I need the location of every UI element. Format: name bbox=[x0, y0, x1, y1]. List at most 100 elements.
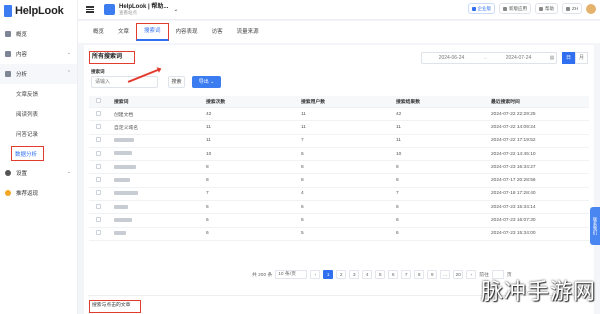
page-button[interactable]: 2 bbox=[336, 270, 347, 279]
row-select-cell[interactable] bbox=[89, 217, 111, 224]
table-row: 6 6 6 2024-07-23 15:34:14 bbox=[89, 201, 589, 215]
contact-us-tab[interactable]: 联系我们 bbox=[590, 207, 600, 245]
row-select-cell[interactable] bbox=[89, 190, 111, 197]
site-subtitle[interactable]: 查看站点 bbox=[119, 10, 168, 16]
menu-icon[interactable] bbox=[86, 5, 94, 14]
page-size-select[interactable]: 10 条/页 bbox=[275, 270, 308, 279]
sidebar-item-label: 内容 bbox=[16, 52, 28, 58]
redacted-term bbox=[111, 217, 206, 223]
page-button[interactable]: 5 bbox=[375, 270, 386, 279]
checkbox[interactable] bbox=[96, 203, 101, 209]
row-select-cell[interactable] bbox=[89, 163, 111, 171]
row-select-cell[interactable] bbox=[89, 203, 111, 211]
chart-icon bbox=[5, 71, 11, 77]
search-button[interactable]: 搜索 bbox=[168, 76, 185, 88]
redacted-bar bbox=[114, 164, 136, 169]
language-button[interactable]: ZH bbox=[562, 3, 582, 14]
date-to[interactable]: 2024-07-24 bbox=[489, 55, 548, 61]
row-select-cell[interactable] bbox=[89, 230, 111, 237]
chevron-up-icon: ⌃ bbox=[66, 70, 71, 76]
row-select-cell[interactable] bbox=[89, 123, 111, 131]
help-icon bbox=[539, 6, 543, 11]
avatar[interactable] bbox=[586, 3, 596, 14]
table-cell: 42 bbox=[206, 111, 212, 117]
table-body: 创建文档 42 11 42 2024-07-22 22:29:25 自定义域名 11 11 11… bbox=[89, 108, 589, 241]
checkbox[interactable] bbox=[96, 123, 101, 129]
view-month-button[interactable]: 月 bbox=[575, 52, 588, 64]
page-button[interactable]: 8 bbox=[414, 270, 425, 279]
enterprise-button[interactable]: 企业版 bbox=[467, 3, 495, 14]
checkbox[interactable] bbox=[96, 150, 101, 156]
sidebar-item-overview[interactable]: 概览 bbox=[0, 24, 77, 44]
table-cell: 2024-07-22 17:19:52 bbox=[491, 138, 536, 144]
new-app-button-label: 新版应用 bbox=[509, 5, 527, 11]
redacted-term bbox=[111, 178, 206, 183]
prev-page-button[interactable]: ‹ bbox=[310, 270, 321, 279]
tab-traffic-sources[interactable]: 流量来源 bbox=[230, 21, 266, 43]
table-cell: 4 bbox=[301, 191, 304, 197]
table-cell: 8 bbox=[206, 164, 209, 170]
page-button[interactable]: … bbox=[440, 270, 451, 279]
page-button[interactable]: 9 bbox=[427, 270, 438, 279]
site-switcher[interactable]: HelpLook | 帮助... 查看站点 bbox=[119, 4, 168, 16]
enterprise-button-label: 企业版 bbox=[477, 5, 492, 11]
row-select-cell[interactable] bbox=[89, 177, 111, 184]
app-logo[interactable]: HelpLook bbox=[0, 0, 77, 22]
tab-articles[interactable]: 文章 bbox=[111, 21, 136, 43]
checkbox[interactable] bbox=[96, 98, 101, 103]
row-select-cell[interactable] bbox=[89, 110, 111, 118]
checkbox[interactable] bbox=[96, 137, 101, 143]
table-cell: 2024-07-23 16:34:27 bbox=[491, 164, 536, 170]
help-button[interactable]: 帮助 bbox=[535, 3, 558, 14]
column-header[interactable]: 搜索结果数 bbox=[396, 98, 491, 105]
table-cell: 2024-07-22 14:45:10 bbox=[491, 151, 536, 157]
sidebar-item-referral[interactable]: 推荐返现 bbox=[0, 183, 77, 203]
table-cell: 6 bbox=[301, 151, 304, 157]
page-button[interactable]: 3 bbox=[349, 270, 360, 279]
tab-content-performance[interactable]: 内容表现 bbox=[169, 21, 205, 43]
date-range-picker[interactable]: 2024-06-24 → 2024-07-24 ▦ bbox=[421, 52, 557, 64]
next-page-button[interactable]: › bbox=[466, 270, 477, 279]
checkbox[interactable] bbox=[96, 110, 101, 116]
keyword-input[interactable] bbox=[91, 76, 158, 88]
checkbox[interactable] bbox=[96, 230, 101, 236]
chevron-down-icon: ⌄ bbox=[66, 50, 71, 56]
column-header[interactable]: 搜索词 bbox=[111, 98, 206, 105]
sidebar-subitem-qa-records[interactable]: 问答记录 bbox=[0, 124, 77, 144]
checkbox[interactable] bbox=[96, 190, 101, 196]
tab-visitors[interactable]: 访客 bbox=[205, 21, 230, 43]
page-button[interactable]: 20 bbox=[453, 270, 464, 279]
sidebar-item-settings[interactable]: 设置 ⌄ bbox=[0, 163, 77, 183]
column-header[interactable]: 搜索次数 bbox=[206, 98, 301, 105]
redacted-bar bbox=[114, 151, 132, 156]
new-app-button[interactable]: 新版应用 bbox=[499, 3, 531, 14]
tab-search-terms[interactable]: 搜索词 bbox=[136, 23, 169, 41]
row-select-cell[interactable] bbox=[89, 137, 111, 144]
page-button[interactable]: 4 bbox=[362, 270, 373, 279]
checkbox[interactable] bbox=[96, 177, 101, 183]
redacted-term bbox=[111, 204, 206, 210]
column-header[interactable]: 最近搜索时间 bbox=[491, 98, 589, 105]
sidebar-item-analytics[interactable]: 分析 ⌃ bbox=[0, 64, 77, 84]
sidebar-subitem-data-analysis[interactable]: 数据分析 bbox=[11, 146, 44, 161]
checkbox[interactable] bbox=[96, 217, 101, 223]
date-from[interactable]: 2024-06-24 bbox=[422, 55, 481, 61]
view-day-button[interactable]: 日 bbox=[562, 52, 575, 64]
table-cell: 2024-07-22 14:09:24 bbox=[491, 124, 536, 130]
table-cell: 2024-07-23 15:34:00 bbox=[491, 231, 536, 237]
sidebar-item-content[interactable]: 内容 ⌄ bbox=[0, 44, 77, 64]
page-button[interactable]: 7 bbox=[401, 270, 412, 279]
chevron-down-icon[interactable]: ⌄ bbox=[173, 6, 178, 13]
row-select-cell[interactable] bbox=[89, 150, 111, 158]
column-header[interactable]: 搜索用户数 bbox=[301, 98, 396, 105]
page-button[interactable]: 1 bbox=[323, 270, 334, 279]
select-all-cell[interactable] bbox=[89, 98, 111, 105]
sidebar-subitem-read-list[interactable]: 阅读列表 bbox=[0, 104, 77, 124]
tab-overview[interactable]: 概览 bbox=[86, 21, 111, 43]
analytics-tabs: 概览 文章 搜索词 内容表现 访客 流量来源 bbox=[78, 21, 600, 43]
sidebar-subitem-article-feedback[interactable]: 文章反馈 bbox=[0, 84, 77, 104]
page-button[interactable]: 6 bbox=[388, 270, 399, 279]
export-button[interactable]: 导出 ⌄ bbox=[192, 76, 221, 88]
watermark-text: 脉冲手游网 bbox=[480, 280, 596, 305]
checkbox[interactable] bbox=[96, 163, 101, 169]
